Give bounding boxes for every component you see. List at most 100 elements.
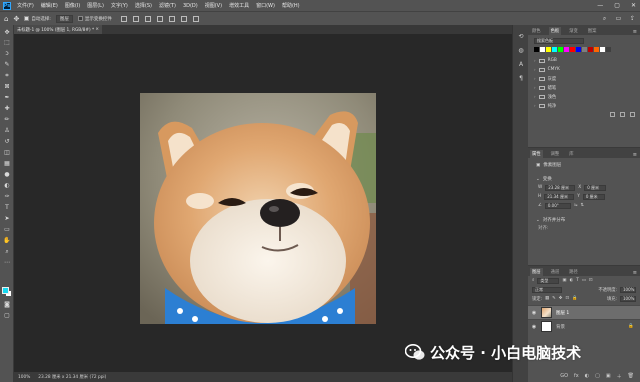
layer-name[interactable]: 图层 1 — [556, 310, 569, 316]
lasso-tool-icon[interactable]: ↄ — [3, 50, 11, 58]
tab-libraries[interactable]: 库 — [567, 150, 575, 158]
minimize-icon[interactable]: — — [597, 2, 603, 9]
tab-properties[interactable]: 属性 — [530, 150, 543, 158]
flip-vertical-icon[interactable]: ⇅ — [580, 203, 584, 208]
photoshop-logo-icon[interactable]: Ps — [3, 1, 11, 10]
healing-brush-tool-icon[interactable]: ✚ — [3, 105, 11, 113]
new-swatch-icon[interactable] — [620, 112, 625, 117]
history-panel-icon[interactable]: ⟲ — [517, 33, 525, 41]
transform-section-header[interactable]: ⌄ 变换 — [528, 175, 640, 183]
type-tool-icon[interactable]: T — [3, 204, 11, 212]
layer-row[interactable]: ◉ 背景 🔒 — [528, 319, 640, 333]
search-icon[interactable]: ⌕ — [601, 15, 608, 22]
menu-file[interactable]: 文件(F) — [17, 2, 34, 9]
eraser-tool-icon[interactable]: ◫ — [3, 149, 11, 157]
share-icon[interactable]: ⇪ — [629, 15, 636, 22]
menu-plugins[interactable]: 增效工具 — [229, 2, 249, 9]
workspace-icon[interactable]: ▭ — [615, 15, 622, 22]
menu-image[interactable]: 图像(I) — [65, 2, 80, 9]
new-layer-icon[interactable]: ＋ — [617, 373, 622, 380]
transform-controls-checkbox[interactable] — [77, 16, 83, 21]
new-group-icon[interactable] — [610, 112, 615, 117]
swatch-2[interactable] — [546, 47, 551, 52]
layer-name[interactable]: 背景 — [556, 324, 565, 330]
menu-window[interactable]: 窗口(W) — [256, 2, 275, 9]
fill-field[interactable]: 100% — [620, 295, 636, 302]
hand-tool-icon[interactable]: ✋ — [3, 237, 11, 245]
eyedropper-tool-icon[interactable]: ✒ — [3, 94, 11, 102]
x-field[interactable]: 0 厘米 — [584, 184, 607, 191]
mask-icon[interactable]: ▢ — [595, 373, 600, 380]
crop-tool-icon[interactable]: ⌗ — [3, 72, 11, 80]
auto-select-dropdown[interactable]: 图层 — [55, 14, 73, 23]
home-icon[interactable]: ⌂ — [4, 15, 8, 23]
swatch-3[interactable] — [552, 47, 557, 52]
swatch-group-pure[interactable]: › 纯净 — [528, 101, 640, 110]
swatch-1[interactable] — [540, 47, 545, 52]
eye-icon[interactable]: ◉ — [531, 324, 537, 330]
transform-controls-option[interactable]: 显示变换控件 — [77, 16, 112, 22]
move-tool-icon[interactable]: ✥ — [3, 29, 11, 37]
menu-type[interactable]: 文字(Y) — [111, 2, 128, 9]
auto-select-option[interactable]: 自动选择: — [24, 16, 51, 22]
fx-icon[interactable]: fx — [574, 373, 579, 380]
quick-select-tool-icon[interactable]: ✎ — [3, 61, 11, 69]
link-layers-icon[interactable]: GO — [560, 373, 568, 380]
tab-swatches[interactable]: 色板 — [548, 27, 562, 35]
tab-color[interactable]: 颜色 — [530, 27, 543, 35]
tab-patterns[interactable]: 图案 — [586, 27, 599, 35]
swatch-group-light[interactable]: › 浅色 — [528, 92, 640, 101]
swatch-group-cmyk[interactable]: › CMYK — [528, 65, 640, 74]
lock-pixels-icon[interactable]: ▦ — [545, 296, 549, 301]
distribute-icon[interactable] — [192, 15, 199, 22]
swatch-6[interactable] — [570, 47, 575, 52]
menu-select[interactable]: 选择(S) — [135, 2, 152, 9]
filter-adjust-icon[interactable]: ◐ — [569, 278, 573, 283]
menu-layer[interactable]: 图层(L) — [87, 2, 104, 9]
width-field[interactable]: 23.28 厘米 — [545, 184, 576, 191]
dodge-tool-icon[interactable]: ◐ — [3, 182, 11, 190]
lock-all-icon[interactable]: 🔒 — [572, 296, 577, 301]
pen-tool-icon[interactable]: ✑ — [3, 193, 11, 201]
zoom-tool-icon[interactable]: ⌕ — [3, 248, 11, 256]
align-section-header[interactable]: ⌄ 对齐并分布 — [528, 216, 640, 224]
align-top-icon[interactable] — [156, 15, 163, 22]
y-field[interactable]: 0 厘米 — [582, 193, 605, 200]
swatch-7[interactable] — [576, 47, 581, 52]
menu-view[interactable]: 视图(V) — [205, 2, 222, 9]
path-select-tool-icon[interactable]: ➤ — [3, 215, 11, 223]
quick-mask-icon[interactable]: ◙ — [3, 301, 11, 309]
lock-move-icon[interactable]: ✥ — [559, 296, 563, 301]
filter-type-icon[interactable]: T — [576, 278, 579, 283]
gradient-tool-icon[interactable]: ▦ — [3, 160, 11, 168]
filter-shape-icon[interactable]: ▭ — [582, 278, 586, 283]
layer-kind-filter[interactable]: 类型 — [537, 277, 560, 284]
more-tools-icon[interactable]: ⋯ — [3, 259, 11, 267]
align-right-icon[interactable] — [144, 15, 151, 22]
swatch-9[interactable] — [588, 47, 593, 52]
swatch-search-input[interactable]: 搜索色板 — [534, 38, 584, 44]
panel-menu-icon[interactable]: ≡ — [633, 152, 637, 158]
adjustment-layer-icon[interactable]: ◐ — [585, 373, 589, 380]
swatch-12[interactable] — [606, 47, 611, 52]
panel-menu-icon[interactable]: ≡ — [633, 29, 637, 35]
filter-pixel-icon[interactable]: ▣ — [562, 278, 566, 283]
screen-mode-icon[interactable]: ▢ — [3, 312, 11, 320]
lock-paint-icon[interactable]: ✎ — [552, 296, 556, 301]
swatch-4[interactable] — [558, 47, 563, 52]
auto-select-checkbox[interactable] — [24, 16, 30, 21]
swatch-group-gray[interactable]: › 灰度 — [528, 74, 640, 83]
brush-tool-icon[interactable]: ✏ — [3, 116, 11, 124]
align-bottom-icon[interactable] — [180, 15, 187, 22]
shiba-inu-photo[interactable] — [140, 93, 376, 324]
swatch-5[interactable] — [564, 47, 569, 52]
marquee-tool-icon[interactable]: ⬚ — [3, 39, 11, 47]
clone-stamp-tool-icon[interactable]: ♙ — [3, 127, 11, 135]
zoom-level[interactable]: 100% — [18, 375, 30, 380]
lock-artboard-icon[interactable]: ⊡ — [565, 296, 569, 301]
filter-smart-icon[interactable]: ⊡ — [589, 278, 593, 283]
trash-icon[interactable]: 🗑 — [628, 373, 634, 380]
document-tab[interactable]: 未标题-1 @ 100% (图层 1, RGB/8#) * × — [14, 25, 102, 34]
swatch-group-rgb[interactable]: › RGB — [528, 56, 640, 65]
eye-icon[interactable]: ◉ — [531, 310, 537, 316]
